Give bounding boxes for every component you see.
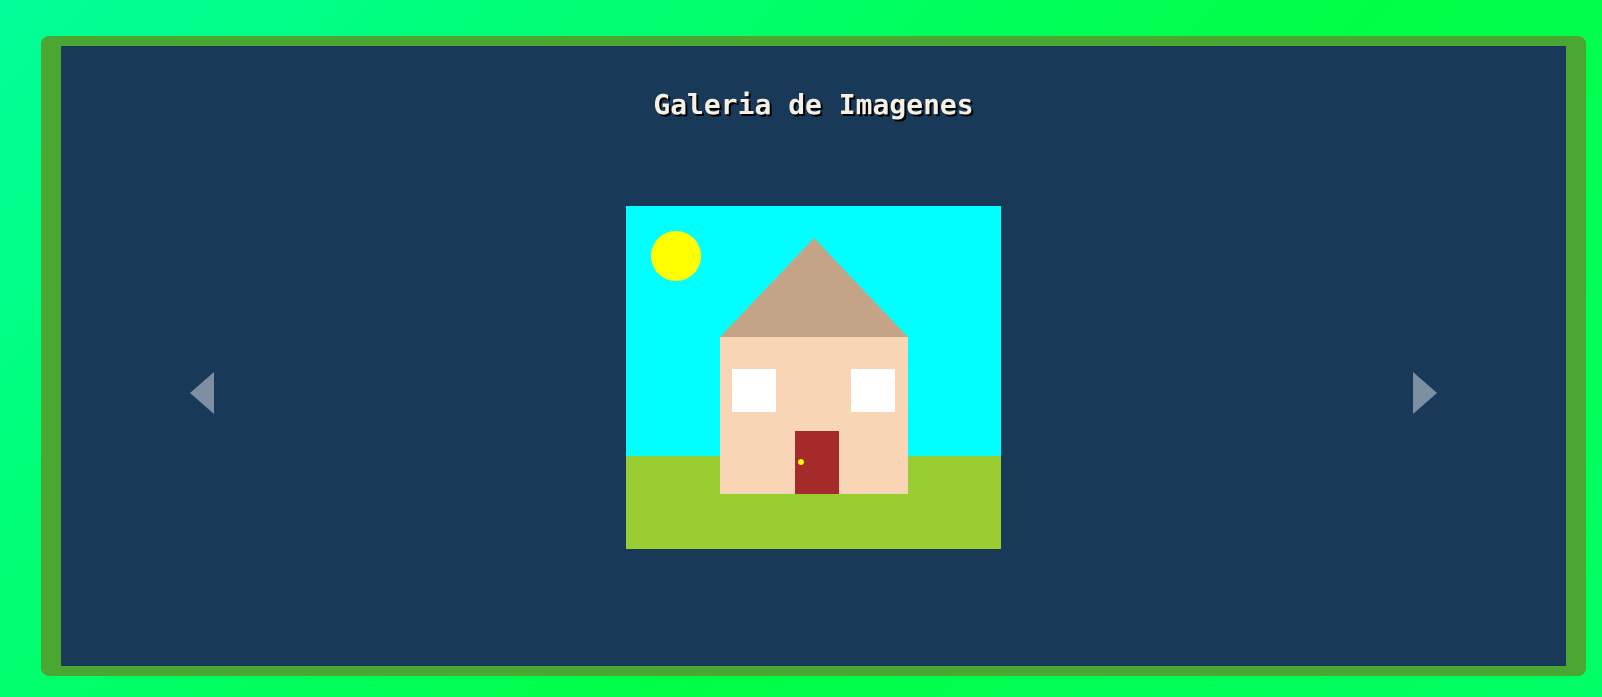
prev-button[interactable] (188, 370, 216, 416)
window-right (851, 369, 895, 412)
gallery-panel: Galeria de Imagenes (61, 46, 1566, 666)
gallery-title: Galeria de Imagenes (653, 88, 974, 121)
doorknob (798, 459, 804, 465)
gallery-image (626, 206, 1001, 549)
sun-icon (651, 231, 701, 281)
triangle-right-icon (1413, 372, 1437, 414)
window-left (732, 369, 776, 412)
next-button[interactable] (1411, 370, 1439, 416)
triangle-left-icon (190, 372, 214, 414)
gallery-frame: Galeria de Imagenes (41, 36, 1586, 676)
